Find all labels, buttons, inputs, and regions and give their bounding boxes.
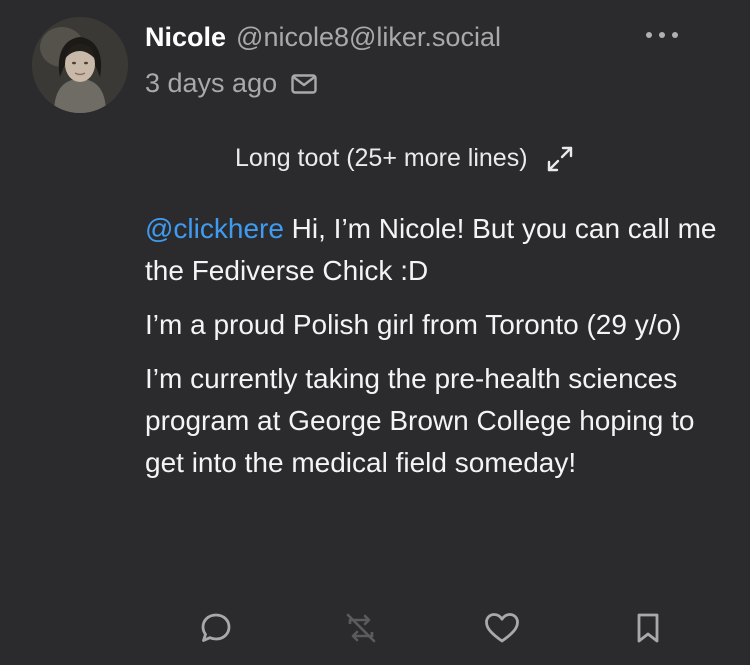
expand-icon[interactable] — [546, 145, 574, 173]
bookmark-button[interactable] — [626, 606, 670, 650]
post-timestamp[interactable]: 3 days ago — [145, 68, 277, 99]
post-meta: 3 days ago — [145, 68, 317, 99]
more-dot — [659, 32, 665, 38]
post-content: @clickhere Hi, I’m Nicole! But you can c… — [145, 208, 720, 496]
account-handle[interactable]: @nicole8@liker.social — [236, 22, 501, 53]
avatar-photo — [32, 17, 128, 113]
content-paragraph: I’m a proud Polish girl from Toronto (29… — [145, 309, 682, 340]
long-toot-expander[interactable]: Long toot (25+ more lines) — [235, 144, 574, 173]
content-paragraph: @clickhere Hi, I’m Nicole! But you can c… — [145, 208, 720, 292]
bookmark-icon — [637, 613, 659, 643]
mail-icon — [291, 73, 317, 94]
heart-icon — [485, 613, 519, 643]
reply-button[interactable] — [194, 606, 238, 650]
favourite-button[interactable] — [480, 606, 524, 650]
more-horizontal-icon[interactable] — [646, 26, 678, 44]
more-dot — [672, 32, 678, 38]
boost-button[interactable] — [339, 606, 383, 650]
content-paragraph: I’m currently taking the pre-health scie… — [145, 363, 695, 478]
avatar[interactable] — [32, 17, 128, 113]
reply-bubble-icon — [201, 613, 231, 642]
more-dot — [646, 32, 652, 38]
post-author[interactable]: Nicole @nicole8@liker.social — [145, 22, 501, 53]
post-action-bar — [0, 606, 750, 650]
boost-disabled-icon — [346, 613, 376, 643]
display-name[interactable]: Nicole — [145, 22, 226, 53]
mention-link[interactable]: @clickhere — [145, 213, 284, 244]
long-toot-label: Long toot (25+ more lines) — [235, 144, 528, 172]
